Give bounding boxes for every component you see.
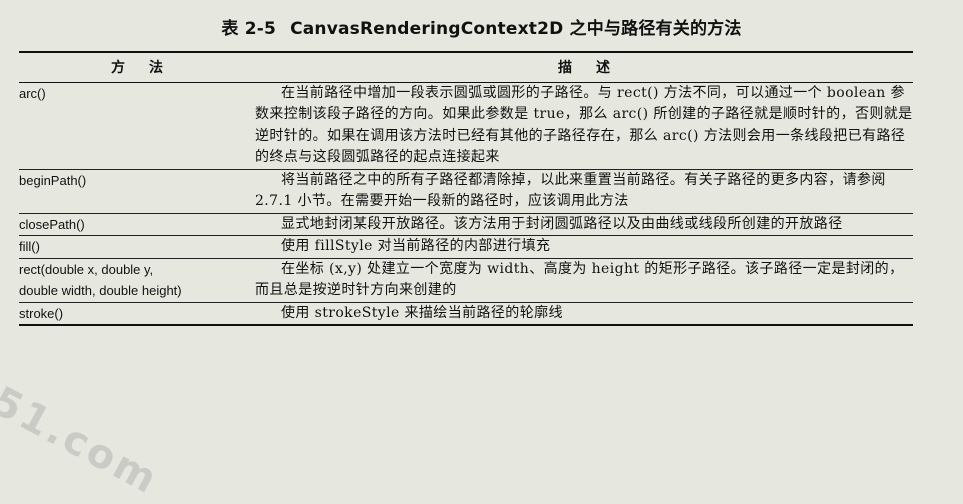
method-name: beginPath() bbox=[19, 172, 87, 188]
method-cell: arc() bbox=[19, 81, 255, 169]
method-cell: closePath() bbox=[19, 212, 255, 236]
method-cell: beginPath() bbox=[19, 168, 255, 213]
table-row: stroke() 使用 strokeStyle 来描绘当前路径的轮廓线 bbox=[19, 301, 913, 326]
table-header-row: 方法 描述 bbox=[19, 51, 913, 83]
description-cell: 在坐标 (x,y) 处建立一个宽度为 width、高度为 height 的矩形子… bbox=[255, 257, 913, 302]
description-cell: 在当前路径中增加一段表示圆弧或圆形的子路径。与 rect() 方法不同，可以通过… bbox=[255, 81, 913, 169]
watermark: 51.com bbox=[0, 378, 167, 504]
method-name-continued: double width, double height) bbox=[19, 283, 182, 298]
description-cell: 使用 strokeStyle 来描绘当前路径的轮廓线 bbox=[255, 301, 913, 326]
table-caption: 表 2-5 CanvasRenderingContext2D 之中与路径有关的方法 bbox=[0, 14, 963, 39]
table-row: closePath() 显式地封闭某段开放路径。该方法用于封闭圆弧路径以及由曲线… bbox=[19, 212, 913, 236]
method-name: rect(double x, double y, bbox=[19, 261, 154, 277]
table-row: beginPath() 将当前路径之中的所有子路径都清除掉，以此来重置当前路径。… bbox=[19, 168, 913, 213]
table-row: fill() 使用 fillStyle 对当前路径的内部进行填充 bbox=[19, 235, 913, 258]
table-number: 表 2-5 bbox=[221, 19, 277, 39]
table-row: rect(double x, double y, double width, d… bbox=[19, 257, 913, 302]
method-name: closePath() bbox=[19, 216, 85, 232]
description-cell: 将当前路径之中的所有子路径都清除掉，以此来重置当前路径。有关子路径的更多内容，请… bbox=[255, 168, 913, 213]
table-title: CanvasRenderingContext2D 之中与路径有关的方法 bbox=[290, 19, 742, 39]
method-name: fill() bbox=[19, 239, 40, 254]
description-cell: 使用 fillStyle 对当前路径的内部进行填充 bbox=[255, 235, 913, 258]
header-method: 方法 bbox=[19, 51, 255, 83]
header-description: 描述 bbox=[255, 51, 913, 83]
table-row: arc() 在当前路径中增加一段表示圆弧或圆形的子路径。与 rect() 方法不… bbox=[19, 81, 913, 169]
method-name: arc() bbox=[19, 85, 46, 101]
description-cell: 显式地封闭某段开放路径。该方法用于封闭圆弧路径以及由曲线或线段所创建的开放路径 bbox=[255, 212, 913, 236]
method-cell: rect(double x, double y, double width, d… bbox=[19, 257, 255, 302]
method-cell: fill() bbox=[19, 235, 255, 258]
method-name: stroke() bbox=[19, 305, 64, 321]
method-cell: stroke() bbox=[19, 301, 255, 326]
path-methods-table: 方法 描述 arc() 在当前路径中增加一段表示圆弧或圆形的子路径。与 rect… bbox=[19, 51, 913, 326]
